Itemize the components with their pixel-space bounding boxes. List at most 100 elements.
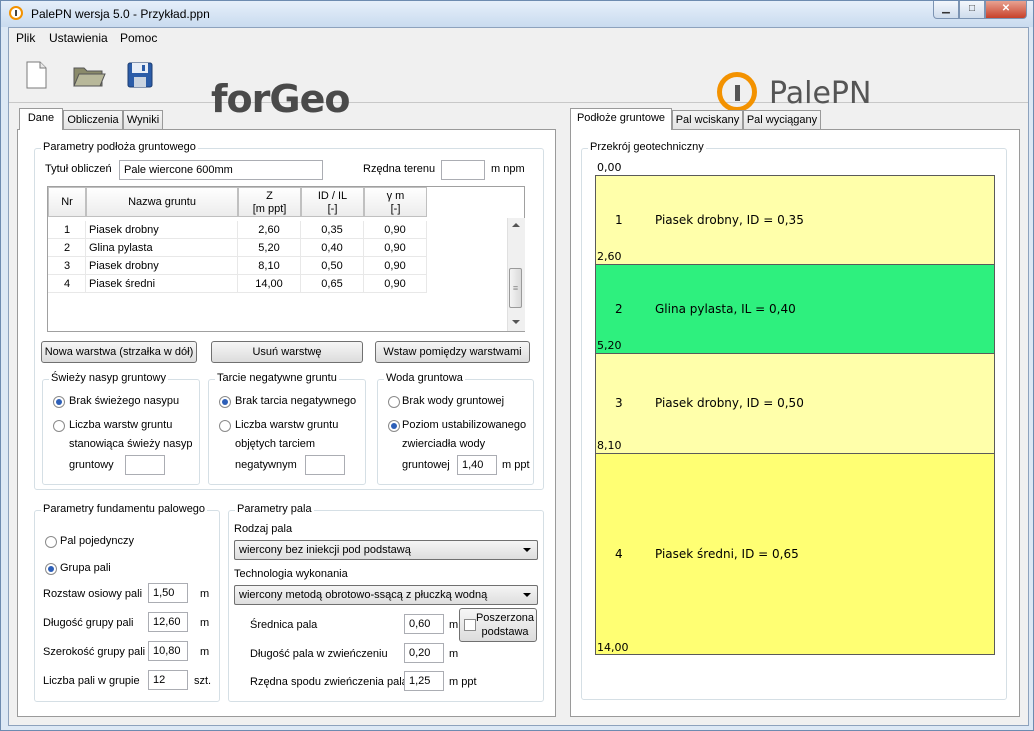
spacing-label: Rozstaw osiowy pali: [43, 588, 143, 600]
group-length-label: Długość grupy pali: [43, 617, 134, 629]
table-row[interactable]: 4 Piasek średni 14,00 0,65 0,90: [48, 275, 427, 293]
tab-dane[interactable]: Dane: [19, 108, 63, 130]
table-cell-gamma[interactable]: 0,90: [364, 257, 427, 275]
widened-base-toggle[interactable]: Poszerzona podstawa: [459, 608, 537, 642]
diameter-input[interactable]: 0,60: [404, 614, 444, 634]
tab-wyniki[interactable]: Wyniki: [123, 110, 163, 130]
cap-length-label: Długość pala w zwieńczeniu: [250, 648, 388, 660]
neg-friction-count-label-1: Liczba warstw gruntu: [235, 419, 339, 431]
pile-count-input[interactable]: 12: [148, 670, 188, 690]
groundwater-level-radio[interactable]: [388, 420, 400, 432]
tab-pal-wyciagany[interactable]: Pal wyciągany: [743, 110, 821, 130]
groundwater-title: Woda gruntowa: [384, 372, 465, 384]
fresh-fill-title: Świeży nasyp gruntowy: [49, 372, 168, 384]
col-header-nr[interactable]: Nr: [48, 187, 86, 217]
pile-group-radio[interactable]: [45, 563, 57, 575]
table-cell-nr[interactable]: 2: [48, 239, 86, 257]
col-header-name[interactable]: Nazwa gruntu: [86, 187, 238, 217]
table-cell-idil[interactable]: 0,40: [301, 239, 364, 257]
table-cell-idil[interactable]: 0,65: [301, 275, 364, 293]
scroll-up-icon[interactable]: [512, 223, 520, 227]
tab-obliczenia[interactable]: Obliczenia: [63, 110, 123, 130]
layer-number: 3: [615, 395, 623, 410]
delete-layer-button[interactable]: Usuń warstwę: [211, 341, 363, 363]
table-cell-gamma[interactable]: 0,90: [364, 221, 427, 239]
table-cell-z[interactable]: 5,20: [238, 239, 301, 257]
menu-pomoc[interactable]: Pomoc: [120, 31, 157, 45]
maximize-icon[interactable]: □: [959, 1, 985, 19]
menu-plik[interactable]: Plik: [16, 31, 35, 45]
scroll-thumb[interactable]: ≡: [509, 268, 522, 308]
minimize-icon[interactable]: ▁: [933, 1, 959, 19]
tab-pal-wciskany[interactable]: Pal wciskany: [672, 110, 743, 130]
menu-ustawienia[interactable]: Ustawienia: [49, 31, 108, 45]
depth-label: 2,60: [597, 250, 622, 264]
open-folder-icon[interactable]: [72, 60, 106, 90]
menu-bar: Plik Ustawienia Pomoc: [9, 28, 1028, 48]
depth-label: 14,00: [597, 641, 629, 654]
col-header-gamma[interactable]: γ m [-]: [364, 187, 427, 217]
new-file-icon[interactable]: [21, 60, 51, 90]
layer-number: 4: [615, 546, 623, 561]
groundwater-none-radio[interactable]: [388, 396, 400, 408]
podloze-panel: Przekrój geotechniczny 0,00 1 Piasek drob…: [570, 129, 1020, 717]
table-cell-idil[interactable]: 0,50: [301, 257, 364, 275]
scroll-down-icon[interactable]: [512, 320, 520, 324]
calc-title-input[interactable]: Pale wiercone 600mm: [119, 160, 323, 180]
fresh-fill-none-radio[interactable]: [53, 396, 65, 408]
widened-base-checkbox[interactable]: [464, 619, 476, 631]
pile-type-select[interactable]: wiercony bez iniekcji pod podstawą: [234, 540, 538, 560]
group-width-label: Szerokość grupy pali: [43, 646, 146, 658]
diameter-unit: m: [449, 619, 459, 631]
tech-select[interactable]: wiercony metodą obrotowo-ssącą z płuczką…: [234, 585, 538, 605]
table-cell-name[interactable]: Piasek drobny: [86, 257, 238, 275]
table-cell-gamma[interactable]: 0,90: [364, 239, 427, 257]
groundwater-level-label-2: zwierciadła wody: [402, 438, 486, 450]
table-cell-name[interactable]: Piasek średni: [86, 275, 238, 293]
neg-friction-count-input[interactable]: [305, 455, 345, 475]
group-length-unit: m: [200, 617, 210, 629]
neg-friction-count-label-3: negatywnym: [235, 459, 297, 471]
table-cell-name[interactable]: Piasek drobny: [86, 221, 238, 239]
table-cell-z[interactable]: 2,60: [238, 221, 301, 239]
client-area: Plik Ustawienia Pomoc forGeo PalePN Dane…: [8, 27, 1029, 726]
table-cell-nr[interactable]: 4: [48, 275, 86, 293]
col-header-idil[interactable]: ID / IL [-]: [301, 187, 364, 217]
new-layer-button[interactable]: Nowa warstwa (strzałka w dół): [41, 341, 197, 363]
table-cell-name[interactable]: Glina pylasta: [86, 239, 238, 257]
col-header-z[interactable]: Z [m ppt]: [238, 187, 301, 217]
table-cell-z[interactable]: 8,10: [238, 257, 301, 275]
group-width-input[interactable]: 10,80: [148, 641, 188, 661]
pile-count-unit: szt.: [194, 675, 212, 687]
table-cell-nr[interactable]: 3: [48, 257, 86, 275]
neg-friction-title: Tarcie negatywne gruntu: [215, 372, 339, 384]
table-row[interactable]: 2 Glina pylasta 5,20 0,40 0,90: [48, 239, 427, 257]
table-cell-nr[interactable]: 1: [48, 221, 86, 239]
spacing-input[interactable]: 1,50: [148, 583, 188, 603]
neg-friction-count-radio[interactable]: [219, 420, 231, 432]
table-cell-gamma[interactable]: 0,90: [364, 275, 427, 293]
cap-level-input[interactable]: 1,25: [404, 671, 444, 691]
pile-group-label: Grupa pali: [60, 562, 111, 574]
pile-params-title: Parametry pala: [235, 503, 314, 515]
terrain-input[interactable]: [441, 160, 485, 180]
tab-podloze[interactable]: Podłoże gruntowe: [570, 108, 672, 130]
close-icon[interactable]: ✕: [985, 1, 1027, 19]
table-row[interactable]: 3 Piasek drobny 8,10 0,50 0,90: [48, 257, 427, 275]
cap-length-input[interactable]: 0,20: [404, 643, 444, 663]
single-pile-radio[interactable]: [45, 536, 57, 548]
cap-level-label: Rzędna spodu zwieńczenia pala: [250, 676, 408, 688]
table-cell-idil[interactable]: 0,35: [301, 221, 364, 239]
groundwater-level-input[interactable]: 1,40: [457, 455, 497, 475]
group-length-input[interactable]: 12,60: [148, 612, 188, 632]
table-row[interactable]: 1 Piasek drobny 2,60 0,35 0,90: [48, 221, 427, 239]
window-title: PalePN wersja 5.0 - Przykład.ppn: [31, 7, 210, 21]
save-icon[interactable]: [125, 60, 155, 90]
insert-layer-button[interactable]: Wstaw pomiędzy warstwami: [375, 341, 530, 363]
fresh-fill-count-input[interactable]: [125, 455, 165, 475]
neg-friction-none-radio[interactable]: [219, 396, 231, 408]
fresh-fill-count-radio[interactable]: [53, 420, 65, 432]
table-scrollbar[interactable]: ≡: [507, 218, 525, 331]
table-cell-z[interactable]: 14,00: [238, 275, 301, 293]
groundwater-level-label-3: gruntowej: [402, 459, 450, 471]
